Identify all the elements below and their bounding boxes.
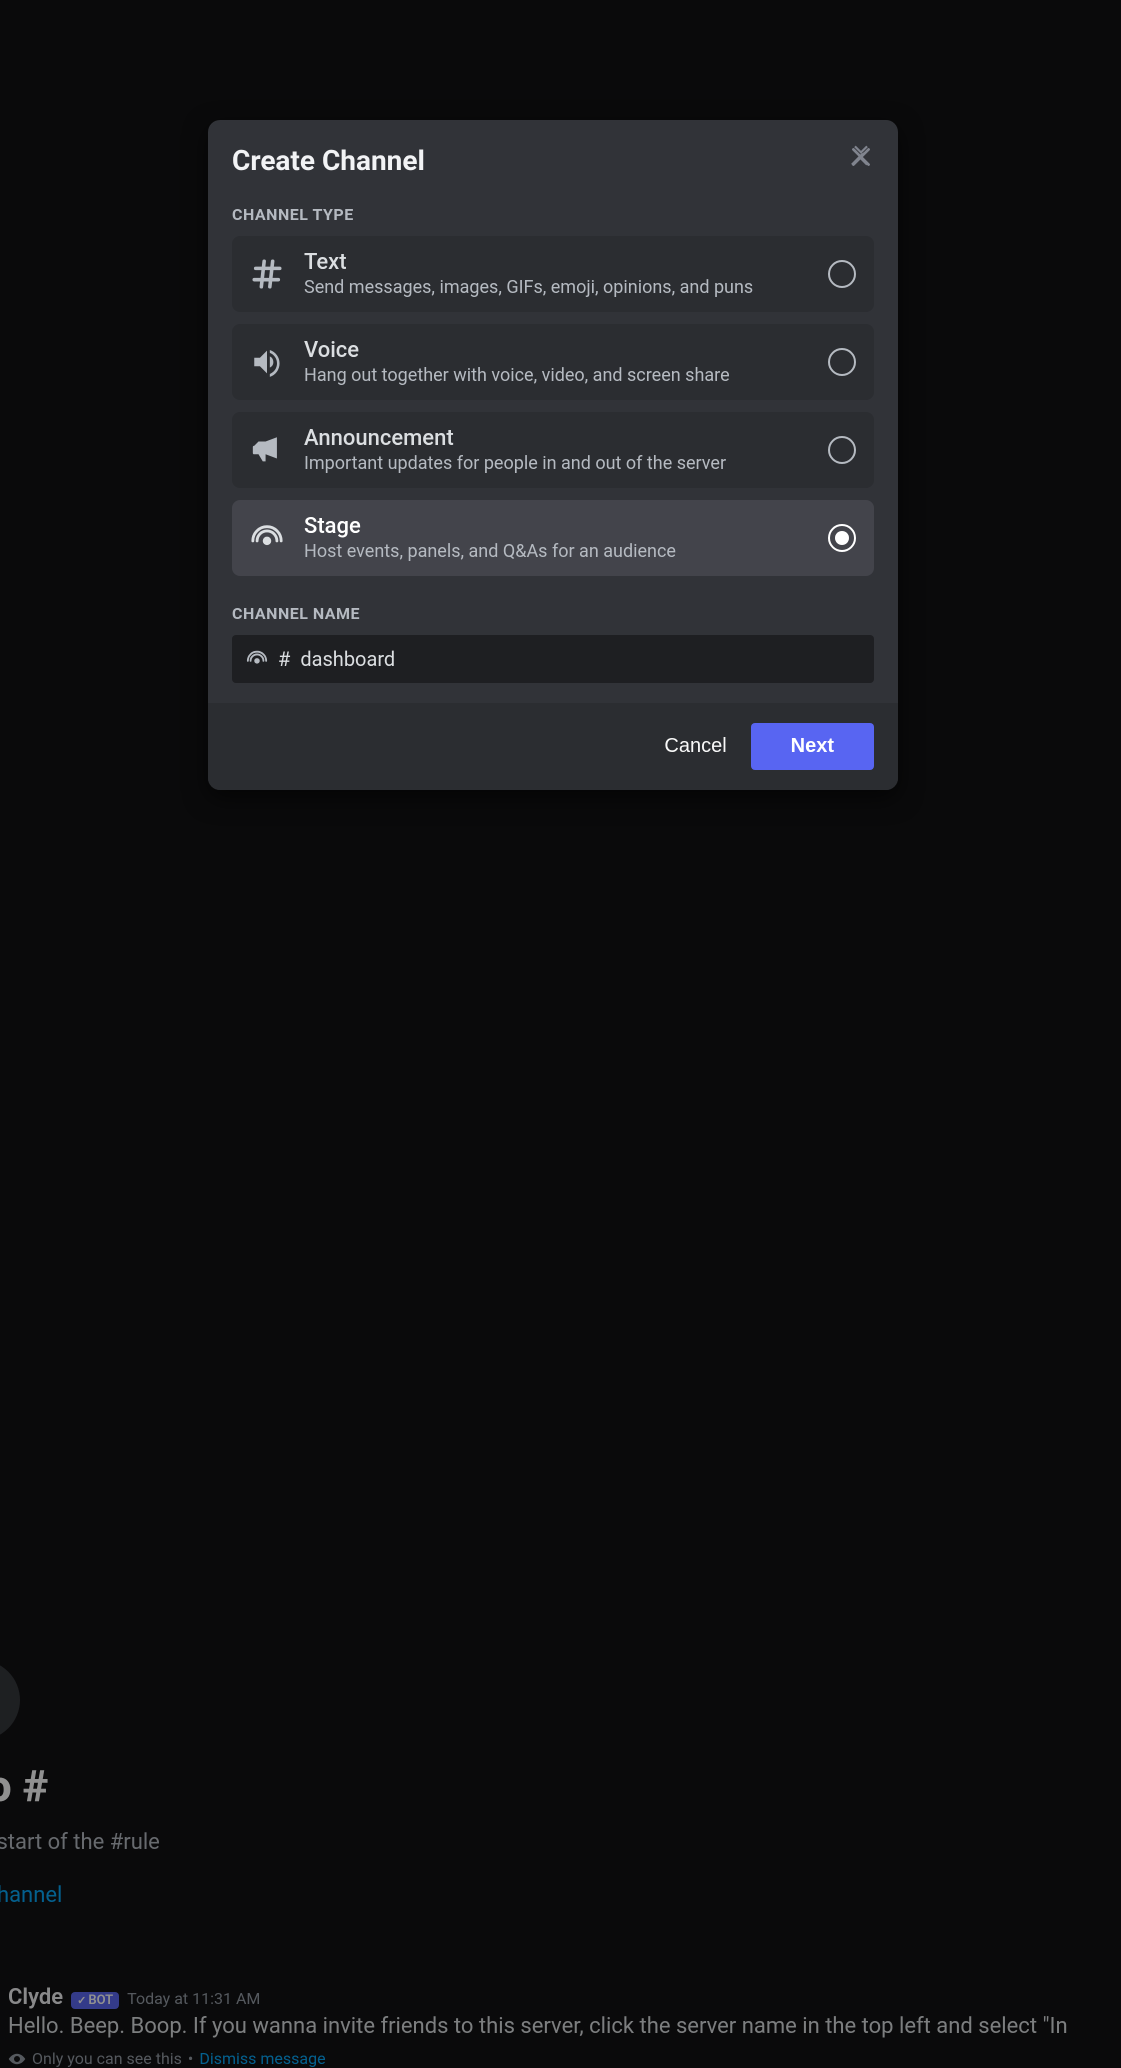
modal-footer: Cancel Next — [208, 703, 898, 790]
close-icon — [848, 144, 874, 170]
hash-icon — [250, 257, 284, 291]
modal-header: Create Channel — [232, 144, 874, 177]
channel-icon-edge — [0, 1660, 20, 1740]
close-button[interactable] — [848, 144, 874, 170]
system-message: Clyde BOT Today at 11:31 AM Hello. Beep.… — [8, 1985, 1068, 2068]
bot-tag: BOT — [71, 1992, 119, 2009]
name-prefix: # — [278, 647, 290, 671]
message-footer: Only you can see this • Dismiss message — [8, 2049, 1068, 2068]
stage-icon — [250, 521, 284, 555]
message-header: Clyde BOT Today at 11:31 AM — [8, 1985, 1068, 2010]
dismiss-link[interactable]: Dismiss message — [199, 2049, 325, 2068]
option-desc: Hang out together with voice, video, and… — [304, 365, 808, 386]
channel-type-option-text[interactable]: Text Send messages, images, GIFs, emoji,… — [232, 236, 874, 312]
option-text: Voice Hang out together with voice, vide… — [304, 338, 808, 386]
visibility-text: Only you can see this — [32, 2049, 182, 2068]
modal-title: Create Channel — [232, 144, 425, 177]
channel-name-label: Channel Name — [232, 604, 874, 623]
stage-icon — [246, 648, 268, 670]
option-name: Announcement — [304, 426, 808, 451]
option-text: Stage Host events, panels, and Q&As for … — [304, 514, 808, 562]
channel-type-option-stage[interactable]: Stage Host events, panels, and Q&As for … — [232, 500, 874, 576]
separator: • — [188, 2049, 193, 2068]
option-desc: Send messages, images, GIFs, emoji, opin… — [304, 277, 808, 298]
next-button[interactable]: Next — [751, 723, 874, 770]
message-timestamp: Today at 11:31 AM — [127, 1989, 260, 2008]
option-text: Announcement Important updates for peopl… — [304, 426, 808, 474]
radio-button[interactable] — [828, 348, 856, 376]
channel-type-option-voice[interactable]: Voice Hang out together with voice, vide… — [232, 324, 874, 400]
option-name: Stage — [304, 514, 808, 539]
channel-name-input-wrap[interactable]: # — [232, 635, 874, 683]
modal-body: Create Channel Channel Type Text Send me… — [208, 120, 898, 703]
option-name: Voice — [304, 338, 808, 363]
option-text: Text Send messages, images, GIFs, emoji,… — [304, 250, 808, 298]
channel-type-option-announcement[interactable]: Announcement Important updates for peopl… — [232, 412, 874, 488]
message-body: Hello. Beep. Boop. If you wanna invite f… — [8, 2014, 1068, 2039]
message-author: Clyde — [8, 1985, 63, 2010]
megaphone-icon — [250, 433, 284, 467]
welcome-subline-fragment: the start of the #rule — [0, 1830, 160, 1855]
option-desc: Host events, panels, and Q&As for an aud… — [304, 541, 808, 562]
channel-type-label: Channel Type — [232, 205, 874, 224]
edit-channel-link-fragment[interactable]: t Channel — [0, 1883, 62, 1908]
radio-button[interactable] — [828, 436, 856, 464]
channel-name-input[interactable] — [300, 647, 860, 671]
cancel-button[interactable]: Cancel — [664, 735, 726, 758]
create-channel-modal: Create Channel Channel Type Text Send me… — [208, 120, 898, 790]
option-name: Text — [304, 250, 808, 275]
radio-button[interactable] — [828, 260, 856, 288]
welcome-heading-fragment: lcome to # — [0, 1760, 48, 1812]
radio-button[interactable] — [828, 524, 856, 552]
speaker-icon — [250, 345, 284, 379]
eye-icon — [8, 2050, 26, 2068]
option-desc: Important updates for people in and out … — [304, 453, 808, 474]
